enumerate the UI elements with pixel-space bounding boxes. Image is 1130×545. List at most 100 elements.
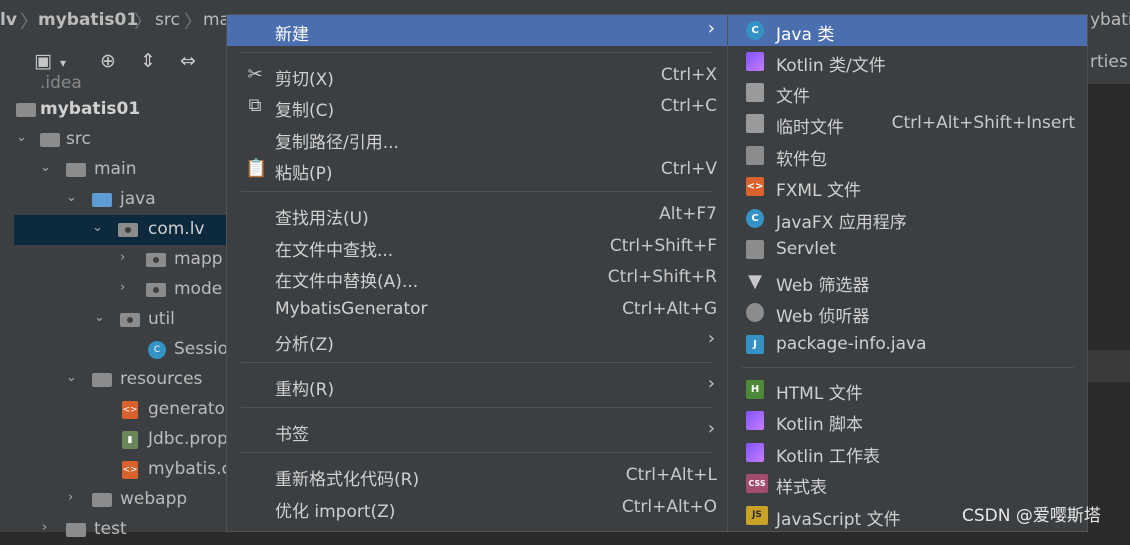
watermark: CSDN @爱嘤斯塔 bbox=[962, 506, 1101, 526]
package-icon bbox=[146, 283, 166, 297]
submenu-item-javafx-app[interactable]: C JavaFX 应用程序 bbox=[728, 203, 1087, 234]
submenu-item-html-file[interactable]: H HTML 文件 bbox=[728, 374, 1087, 405]
tree-item-selected[interactable]: ⌄ com.lv bbox=[14, 215, 226, 245]
tree-label: .idea bbox=[40, 73, 82, 93]
listener-icon bbox=[746, 303, 764, 322]
submenu-item-kotlin-script[interactable]: Kotlin 脚本 bbox=[728, 405, 1087, 436]
tree-label: Jdbc.prop bbox=[148, 429, 228, 449]
resources-folder-icon bbox=[92, 373, 112, 387]
menu-item-copy-path[interactable]: 复制路径/引用... bbox=[227, 123, 727, 154]
chevron-down-icon[interactable]: ⌄ bbox=[40, 160, 51, 175]
chevron-down-icon[interactable]: ⌄ bbox=[94, 310, 105, 325]
tree-item[interactable]: <> generato bbox=[14, 395, 226, 425]
tree-label: mybatis.c bbox=[148, 459, 231, 479]
chevron-right-icon: 〉 bbox=[20, 12, 38, 33]
tree-label: resources bbox=[120, 369, 203, 389]
menu-item-mybatis-generator[interactable]: MybatisGenerator Ctrl+Alt+G bbox=[227, 294, 727, 325]
menu-item-bookmarks[interactable]: 书签 › bbox=[227, 415, 727, 446]
xml-file-icon: <> bbox=[122, 461, 138, 479]
breadcrumb-item[interactable]: mybatis01 bbox=[38, 10, 138, 30]
submenu-item-label: JavaFX 应用程序 bbox=[776, 213, 907, 233]
tree-item[interactable]: ▮ Jdbc.prop bbox=[14, 425, 228, 455]
submenu-item-java-class[interactable]: C Java 类 bbox=[728, 15, 1087, 46]
submenu-item-package-info[interactable]: J package-info.java bbox=[728, 329, 1087, 360]
submenu-item-web-filter[interactable]: ▼ Web 筛选器 bbox=[728, 266, 1087, 297]
submenu-item-package[interactable]: 软件包 bbox=[728, 140, 1087, 171]
tree-item[interactable]: › mode bbox=[14, 275, 226, 305]
tree-item[interactable]: mybatis01 bbox=[14, 95, 226, 125]
menu-item-paste[interactable]: 📋 粘贴(P) Ctrl+V bbox=[227, 154, 727, 185]
menu-item-copy[interactable]: ⧉ 复制(C) Ctrl+C bbox=[227, 91, 727, 122]
submenu-arrow-icon: › bbox=[707, 418, 715, 439]
tree-item[interactable]: › webapp bbox=[14, 485, 226, 515]
tree-label: mapp bbox=[174, 249, 223, 269]
breadcrumb-item[interactable]: lv bbox=[0, 10, 17, 30]
submenu-item-stylesheet[interactable]: CSS 样式表 bbox=[728, 468, 1087, 499]
submenu-item-file[interactable]: 文件 bbox=[728, 77, 1087, 108]
menu-item-refactor[interactable]: 重构(R) › bbox=[227, 370, 727, 401]
menu-item-new[interactable]: 新建 › bbox=[227, 15, 727, 46]
javafx-class-icon: C bbox=[746, 209, 764, 228]
menu-separator bbox=[241, 407, 713, 408]
package-icon bbox=[118, 223, 138, 237]
tree-item[interactable]: ⌄ util bbox=[14, 305, 226, 335]
menu-shortcut: Ctrl+Alt+L bbox=[625, 465, 717, 485]
folder-icon bbox=[40, 133, 60, 147]
tree-item[interactable]: ⌄ src bbox=[14, 125, 226, 155]
chevron-down-icon[interactable]: ⌄ bbox=[66, 370, 77, 385]
scratch-file-icon bbox=[746, 114, 764, 133]
submenu-item-kotlin-class[interactable]: Kotlin 类/文件 bbox=[728, 46, 1087, 77]
menu-separator bbox=[241, 362, 713, 363]
menu-item-label: 新建 bbox=[275, 25, 309, 45]
submenu-item-label: 软件包 bbox=[776, 150, 827, 170]
submenu-item-kotlin-worksheet[interactable]: Kotlin 工作表 bbox=[728, 437, 1087, 468]
editor-tab[interactable]: ybatis bbox=[1088, 0, 1130, 42]
scissors-icon: ✂ bbox=[247, 64, 263, 85]
submenu-arrow-icon: › bbox=[707, 18, 715, 39]
menu-item-replace-in-files[interactable]: 在文件中替换(A)... Ctrl+Shift+R bbox=[227, 262, 727, 293]
submenu-item-fxml-file[interactable]: <> FXML 文件 bbox=[728, 171, 1087, 202]
submenu-item-servlet[interactable]: Servlet bbox=[728, 234, 1087, 265]
folder-icon bbox=[66, 523, 86, 537]
menu-item-label: 重新格式化代码(R) bbox=[275, 470, 420, 490]
project-tree: .idea mybatis01 ⌄ src ⌄ main ⌄ java ⌄ co… bbox=[14, 73, 231, 539]
chevron-down-icon[interactable]: ⌄ bbox=[66, 190, 77, 205]
chevron-right-icon[interactable]: › bbox=[42, 520, 47, 535]
tree-item[interactable]: ⌄ java bbox=[14, 185, 226, 215]
menu-item-find-in-files[interactable]: 在文件中查找... Ctrl+Shift+F bbox=[227, 231, 727, 262]
tree-item[interactable]: ⌄ main bbox=[14, 155, 226, 185]
submenu-item-web-listener[interactable]: Web 侦听器 bbox=[728, 297, 1087, 328]
chevron-down-icon[interactable]: ⌄ bbox=[92, 220, 103, 235]
menu-shortcut: Ctrl+Shift+R bbox=[607, 267, 717, 287]
menu-item-cut[interactable]: ✂ 剪切(X) Ctrl+X bbox=[227, 60, 727, 91]
breadcrumb-item[interactable]: src bbox=[155, 10, 180, 30]
chevron-down-icon[interactable]: ⌄ bbox=[16, 130, 27, 145]
menu-item-reformat-code[interactable]: 重新格式化代码(R) Ctrl+Alt+L bbox=[227, 460, 727, 491]
tree-label: test bbox=[94, 519, 127, 539]
tree-item[interactable]: C Sessio bbox=[14, 335, 229, 365]
tree-label: mybatis01 bbox=[40, 99, 141, 119]
tree-item[interactable]: <> mybatis.c bbox=[14, 455, 231, 485]
chevron-down-icon[interactable]: ▾ bbox=[60, 56, 66, 70]
left-tool-strip bbox=[0, 42, 14, 532]
menu-item-find-usages[interactable]: 查找用法(U) Alt+F7 bbox=[227, 199, 727, 230]
menu-item-analyze[interactable]: 分析(Z) › bbox=[227, 325, 727, 356]
tree-label: Sessio bbox=[174, 339, 229, 359]
tree-label: src bbox=[66, 129, 91, 149]
tree-item[interactable]: › mapp bbox=[14, 245, 226, 275]
chevron-right-icon[interactable]: › bbox=[120, 280, 125, 295]
menu-item-label: 在文件中替换(A)... bbox=[275, 272, 419, 292]
submenu-item-scratch-file[interactable]: 临时文件 Ctrl+Alt+Shift+Insert bbox=[728, 108, 1087, 139]
editor-tab[interactable]: rties bbox=[1088, 42, 1130, 84]
properties-file-icon: ▮ bbox=[122, 431, 138, 449]
tree-item[interactable]: › test bbox=[14, 515, 226, 545]
menu-item-label: 在文件中查找... bbox=[275, 241, 394, 261]
menu-item-optimize-imports[interactable]: 优化 import(Z) Ctrl+Alt+O bbox=[227, 492, 727, 523]
tree-item[interactable]: ⌄ resources bbox=[14, 365, 226, 395]
package-icon bbox=[146, 253, 166, 267]
chevron-right-icon[interactable]: › bbox=[120, 250, 125, 265]
copy-icon: ⧉ bbox=[248, 95, 262, 116]
chevron-right-icon[interactable]: › bbox=[68, 490, 73, 505]
menu-shortcut: Ctrl+V bbox=[660, 159, 717, 179]
menu-item-label: MybatisGenerator bbox=[275, 299, 428, 319]
